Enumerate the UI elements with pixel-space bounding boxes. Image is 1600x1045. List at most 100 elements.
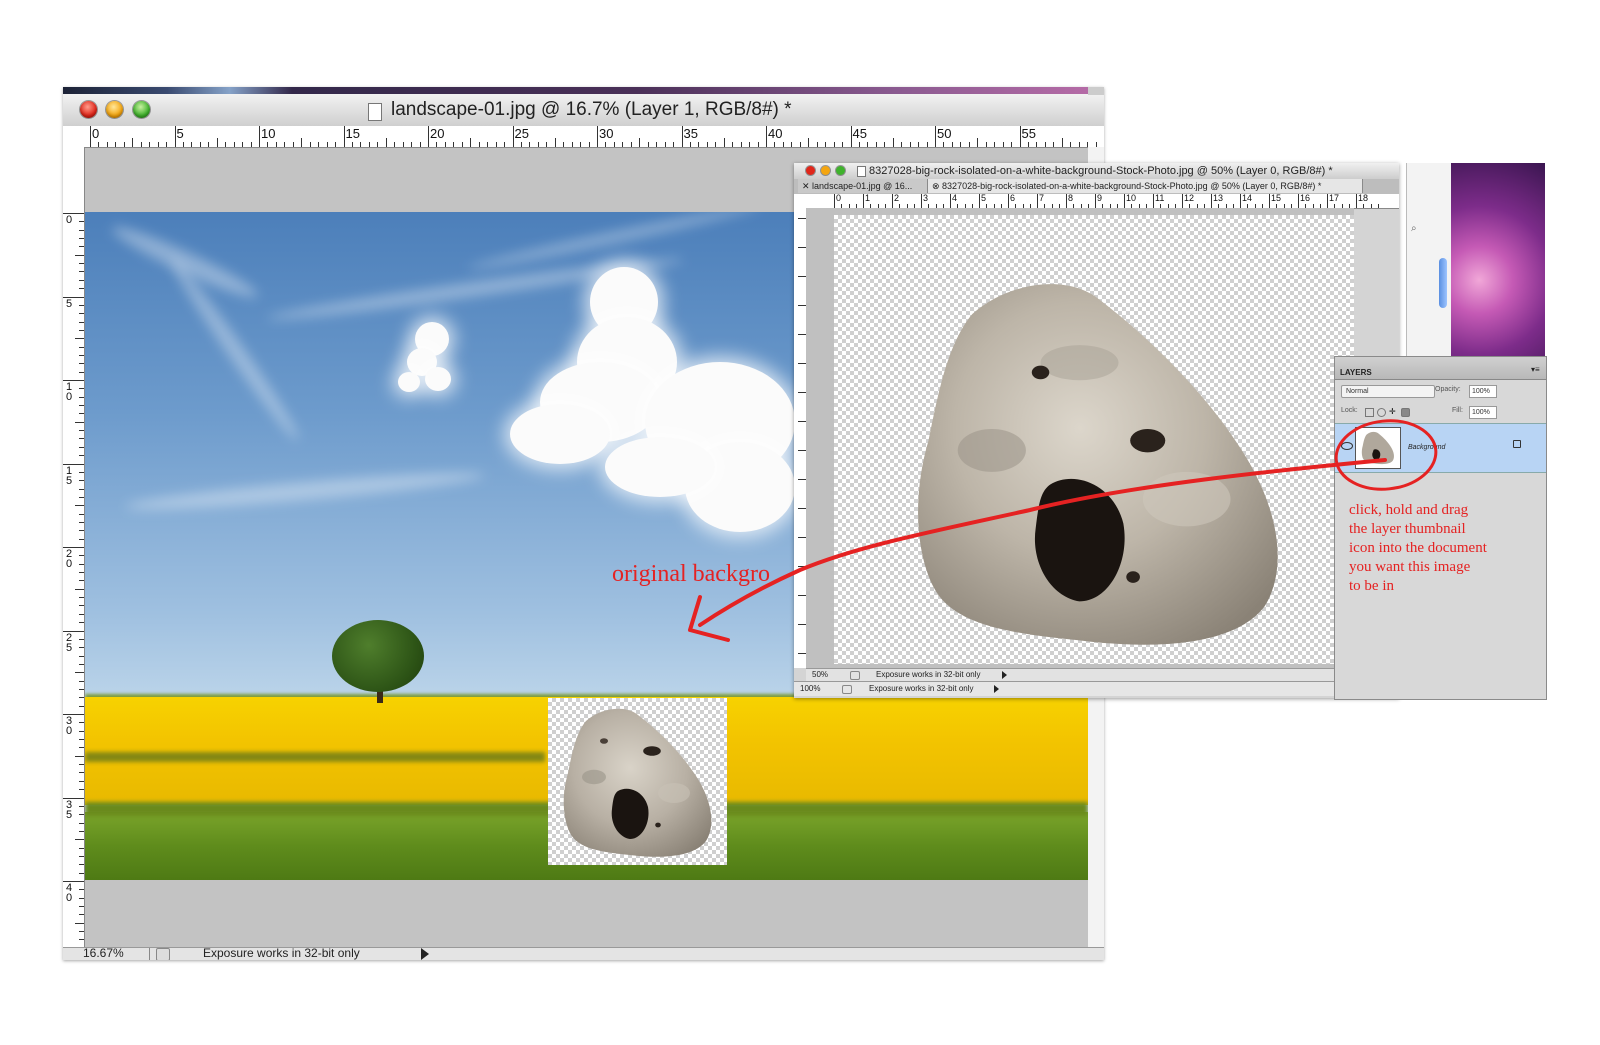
- panel-title: LAYERS: [1340, 368, 1372, 377]
- ruler-minor-tick: [749, 142, 751, 147]
- ruler-tick: [1095, 194, 1096, 208]
- ruler-minor-tick: [79, 613, 84, 615]
- ruler-minor-tick: [79, 931, 84, 933]
- ruler-label: 2 0: [65, 548, 73, 570]
- horizontal-ruler[interactable]: 0 5 10 15 20 25 30 35 40 45 50 55: [84, 126, 1104, 148]
- ruler-minor-tick: [79, 538, 84, 540]
- ruler-tick: [174, 126, 176, 147]
- close-button[interactable]: [806, 166, 815, 175]
- layer-row-background[interactable]: Background: [1335, 423, 1546, 473]
- layers-panel-header[interactable]: LAYERS ▾≡: [1335, 357, 1546, 380]
- ruler-minor-tick: [656, 142, 658, 147]
- ruler-tick: [798, 566, 806, 567]
- layer-lock-icon: [1513, 440, 1521, 448]
- zoom-button[interactable]: [836, 166, 845, 175]
- ruler-minor-tick: [436, 142, 438, 147]
- minimize-button[interactable]: [106, 101, 123, 118]
- lock-pixels-icon[interactable]: [1377, 408, 1386, 417]
- ruler-minor-tick: [732, 142, 734, 147]
- opacity-field[interactable]: 100%: [1469, 385, 1497, 398]
- instruction-line: the layer thumbnail: [1349, 521, 1466, 537]
- fill-field[interactable]: 100%: [1469, 406, 1497, 419]
- desktop-wallpaper-strip: [63, 87, 1104, 94]
- ruler-minor-tick: [75, 755, 84, 757]
- ruler-minor-tick: [216, 138, 218, 147]
- main-title-bar[interactable]: landscape-01.jpg @ 16.7% (Layer 1, RGB/8…: [63, 94, 1104, 127]
- ruler-minor-tick: [132, 138, 134, 147]
- status-preview-icon[interactable]: [842, 685, 852, 694]
- rock-title-bar[interactable]: 8327028-big-rock-isolated-on-a-white-bac…: [794, 163, 1399, 180]
- document-icon: [368, 103, 382, 121]
- ruler-minor-tick: [79, 697, 84, 699]
- ruler-minor-tick: [1078, 142, 1080, 147]
- ruler-minor-tick: [318, 142, 320, 147]
- close-icon[interactable]: ⊗: [932, 181, 942, 191]
- ruler-label: 3 0: [65, 715, 73, 737]
- ruler-label: 5: [176, 126, 184, 141]
- ruler-minor-tick: [554, 138, 556, 147]
- ruler-minor-tick: [242, 142, 244, 147]
- eye-icon[interactable]: [1341, 442, 1353, 450]
- ruler-tick: [798, 363, 806, 364]
- ruler-minor-tick: [79, 271, 84, 273]
- ruler-minor-tick: [79, 513, 84, 515]
- status-preview-icon[interactable]: [850, 671, 860, 680]
- ruler-minor-tick: [79, 530, 84, 532]
- rock-canvas[interactable]: [834, 215, 1354, 664]
- ruler-minor-tick: [79, 263, 84, 265]
- ruler-minor-tick: [75, 505, 84, 507]
- zoom-button[interactable]: [133, 101, 150, 118]
- ruler-minor-tick: [977, 138, 979, 147]
- zoom-level[interactable]: 16.67%: [83, 946, 138, 960]
- lock-transparency-icon[interactable]: [1365, 408, 1374, 417]
- tab-label: landscape-01.jpg @ 16...: [812, 181, 913, 191]
- status-menu-arrow-icon[interactable]: [994, 685, 999, 693]
- close-icon[interactable]: ✕: [802, 181, 812, 191]
- tab-landscape[interactable]: ✕ landscape-01.jpg @ 16...: [798, 179, 928, 193]
- layer-name[interactable]: Background: [1408, 444, 1445, 451]
- lock-all-icon[interactable]: [1401, 408, 1410, 417]
- main-status-bar: 16.67% Exposure works in 32-bit only: [63, 946, 1104, 960]
- zoom-level[interactable]: 100%: [800, 682, 820, 696]
- vertical-ruler[interactable]: 0 5 1 0 1 5 2 0 2 5 3 0 3 5 4 0: [63, 147, 85, 947]
- ruler-label: 30: [599, 126, 614, 141]
- blend-mode-select[interactable]: Normal: [1341, 385, 1435, 398]
- ruler-minor-tick: [326, 142, 328, 147]
- ruler-minor-tick: [901, 142, 903, 147]
- ruler-minor-tick: [698, 142, 700, 147]
- ruler-label: 25: [514, 126, 529, 141]
- status-menu-arrow-icon[interactable]: [421, 948, 429, 960]
- minimize-button[interactable]: [821, 166, 830, 175]
- ruler-tick: [681, 126, 683, 147]
- ruler-minor-tick: [79, 563, 84, 565]
- ruler-minor-tick: [79, 647, 84, 649]
- ruler-minor-tick: [79, 855, 84, 857]
- panel-menu-icon[interactable]: ▾≡: [1531, 365, 1540, 374]
- layer-thumbnail[interactable]: [1355, 427, 1401, 469]
- field-furrow: [85, 752, 545, 762]
- ruler-minor-tick: [563, 142, 565, 147]
- ruler-minor-tick: [580, 142, 582, 147]
- annotation-original-background: original backgro: [612, 561, 770, 587]
- lock-position-icon[interactable]: ✛: [1389, 408, 1396, 416]
- ruler-label: 55: [1021, 126, 1036, 141]
- ruler-origin[interactable]: [63, 126, 85, 148]
- status-preview-icon[interactable]: [156, 948, 170, 960]
- ruler-label: 4 0: [65, 882, 73, 904]
- tab-rock[interactable]: ⊗ 8327028-big-rock-isolated-on-a-white-b…: [928, 179, 1363, 193]
- ruler-tick: [343, 126, 345, 147]
- ruler-minor-tick: [75, 672, 84, 674]
- background-scrollbar[interactable]: [1439, 258, 1447, 308]
- zoom-level[interactable]: 50%: [812, 669, 828, 681]
- pasted-rock-layer[interactable]: [548, 698, 727, 865]
- ruler-minor-tick: [79, 889, 84, 891]
- rock-status-bar: 50% Exposure works in 32-bit only: [806, 668, 1336, 681]
- horizontal-ruler[interactable]: 0 1 2 3 4 5 6 7 8 9 10 11 12 13 14 15 16 17 18: [806, 194, 1399, 209]
- ruler-minor-tick: [1061, 138, 1063, 147]
- status-menu-arrow-icon[interactable]: [1002, 671, 1007, 679]
- ruler-minor-tick: [647, 142, 649, 147]
- close-button[interactable]: [80, 101, 97, 118]
- ruler-minor-tick: [723, 138, 725, 147]
- ruler-minor-tick: [1070, 142, 1072, 147]
- window-corner: [1088, 87, 1104, 95]
